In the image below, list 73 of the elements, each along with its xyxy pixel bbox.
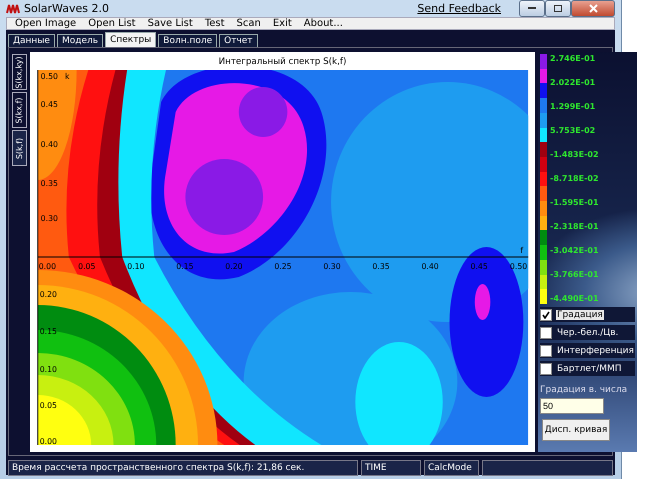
status-pane: CalcMode — [424, 460, 479, 476]
x-tick-label: 0.40 — [421, 262, 439, 272]
maximize-icon — [554, 5, 562, 12]
scale-label: -2.318E-01 — [550, 222, 599, 232]
scale-label: -4.490E-01 — [550, 294, 599, 304]
minimize-button[interactable] — [519, 0, 545, 17]
y-tick-label: 0.40 — [40, 140, 58, 150]
x-tick-label: 0.20 — [225, 262, 243, 272]
option-label: Градация — [556, 310, 604, 320]
scale-label: -3.042E-01 — [550, 246, 599, 256]
close-icon — [588, 4, 598, 13]
scale-label: 2.022E-01 — [550, 78, 596, 88]
tab[interactable]: Волн.поле — [158, 34, 218, 47]
checkbox[interactable] — [540, 344, 552, 356]
vertical-tab[interactable]: S(kx,ky) — [12, 54, 27, 90]
scale-label: 5.753E-02 — [550, 126, 596, 136]
scale-label: -3.766E-01 — [550, 270, 599, 280]
scale-label: 1.299E-01 — [550, 102, 596, 112]
menu-item[interactable]: Save List — [142, 18, 199, 29]
y-tick-label: 0.10 — [40, 364, 57, 374]
option-label: Чер.-бел./Цв. — [556, 328, 620, 338]
x-tick-label: 0.30 — [323, 262, 341, 272]
x-tick-label: 0.05 — [78, 262, 96, 272]
menu-item[interactable]: Test — [198, 18, 231, 29]
x-tick-label: 0.50 — [510, 262, 528, 272]
y-tick-label: 0.35 — [40, 178, 58, 188]
gradation-input[interactable]: 50 — [540, 398, 604, 414]
menu-item[interactable]: Open Image — [9, 18, 82, 29]
y-tick-label: 0.00 — [40, 436, 57, 446]
scale-label: -1.595E-01 — [550, 198, 599, 208]
tab[interactable]: Данные — [8, 34, 55, 47]
vertical-tab[interactable]: S(kx,f) — [12, 92, 27, 128]
gradation-label: Градация в. числа — [540, 385, 628, 395]
dispersion-curve-button[interactable]: Дисп. кривая — [542, 419, 610, 441]
menu-item[interactable]: Scan — [230, 18, 267, 29]
checkbox[interactable] — [540, 362, 552, 374]
tab[interactable]: Спектры — [105, 32, 156, 47]
scale-label: 2.746E-01 — [550, 54, 596, 64]
close-button[interactable] — [571, 0, 615, 17]
x-tick-label: 0.00 — [38, 262, 56, 272]
x-tick-label: 0.15 — [176, 262, 194, 272]
checkbox[interactable] — [540, 308, 552, 320]
menu-item[interactable]: Open List — [82, 18, 142, 29]
y-tick-label: 0.20 — [40, 290, 57, 300]
y-axis-label: k — [64, 72, 70, 82]
tab[interactable]: Отчет — [219, 34, 258, 47]
vertical-tab[interactable]: S(k,f) — [12, 130, 27, 166]
option-label: Интерференция — [556, 346, 635, 356]
status-pane: Время рассчета пространственного спектра S(k,f): 21,86 сек. — [8, 460, 358, 476]
x-axis-label: f — [520, 246, 524, 256]
plot-title: Интегральный спектр S(k,f) — [218, 56, 346, 68]
maximize-button[interactable] — [545, 0, 571, 17]
x-tick-label: 0.10 — [127, 262, 144, 272]
scale-label: -1.483E-02 — [550, 150, 599, 160]
feedback-link[interactable]: Send Feedback — [417, 2, 501, 15]
menu-item[interactable]: About... — [298, 18, 349, 29]
tab[interactable]: Модель — [56, 34, 104, 47]
status-pane: TIME — [361, 460, 421, 476]
menu-item[interactable]: Exit — [266, 18, 298, 29]
y-tick-label: 0.50 — [40, 72, 58, 82]
minimize-icon — [528, 7, 536, 10]
y-tick-label: 0.30 — [40, 214, 58, 224]
x-tick-label: 0.35 — [372, 262, 390, 272]
window-title: SolarWaves 2.0 — [24, 2, 109, 15]
x-tick-label: 0.25 — [274, 262, 292, 272]
y-tick-label: 0.05 — [40, 400, 57, 410]
checkbox[interactable] — [540, 326, 552, 338]
y-tick-label: 0.15 — [40, 326, 57, 336]
wave-logo-icon — [6, 2, 20, 14]
x-tick-label: 0.45 — [470, 262, 488, 272]
y-tick-label: 0.45 — [40, 100, 58, 110]
scale-label: -8.718E-02 — [550, 174, 599, 184]
option-label: Бартлет/ММП — [556, 364, 623, 374]
